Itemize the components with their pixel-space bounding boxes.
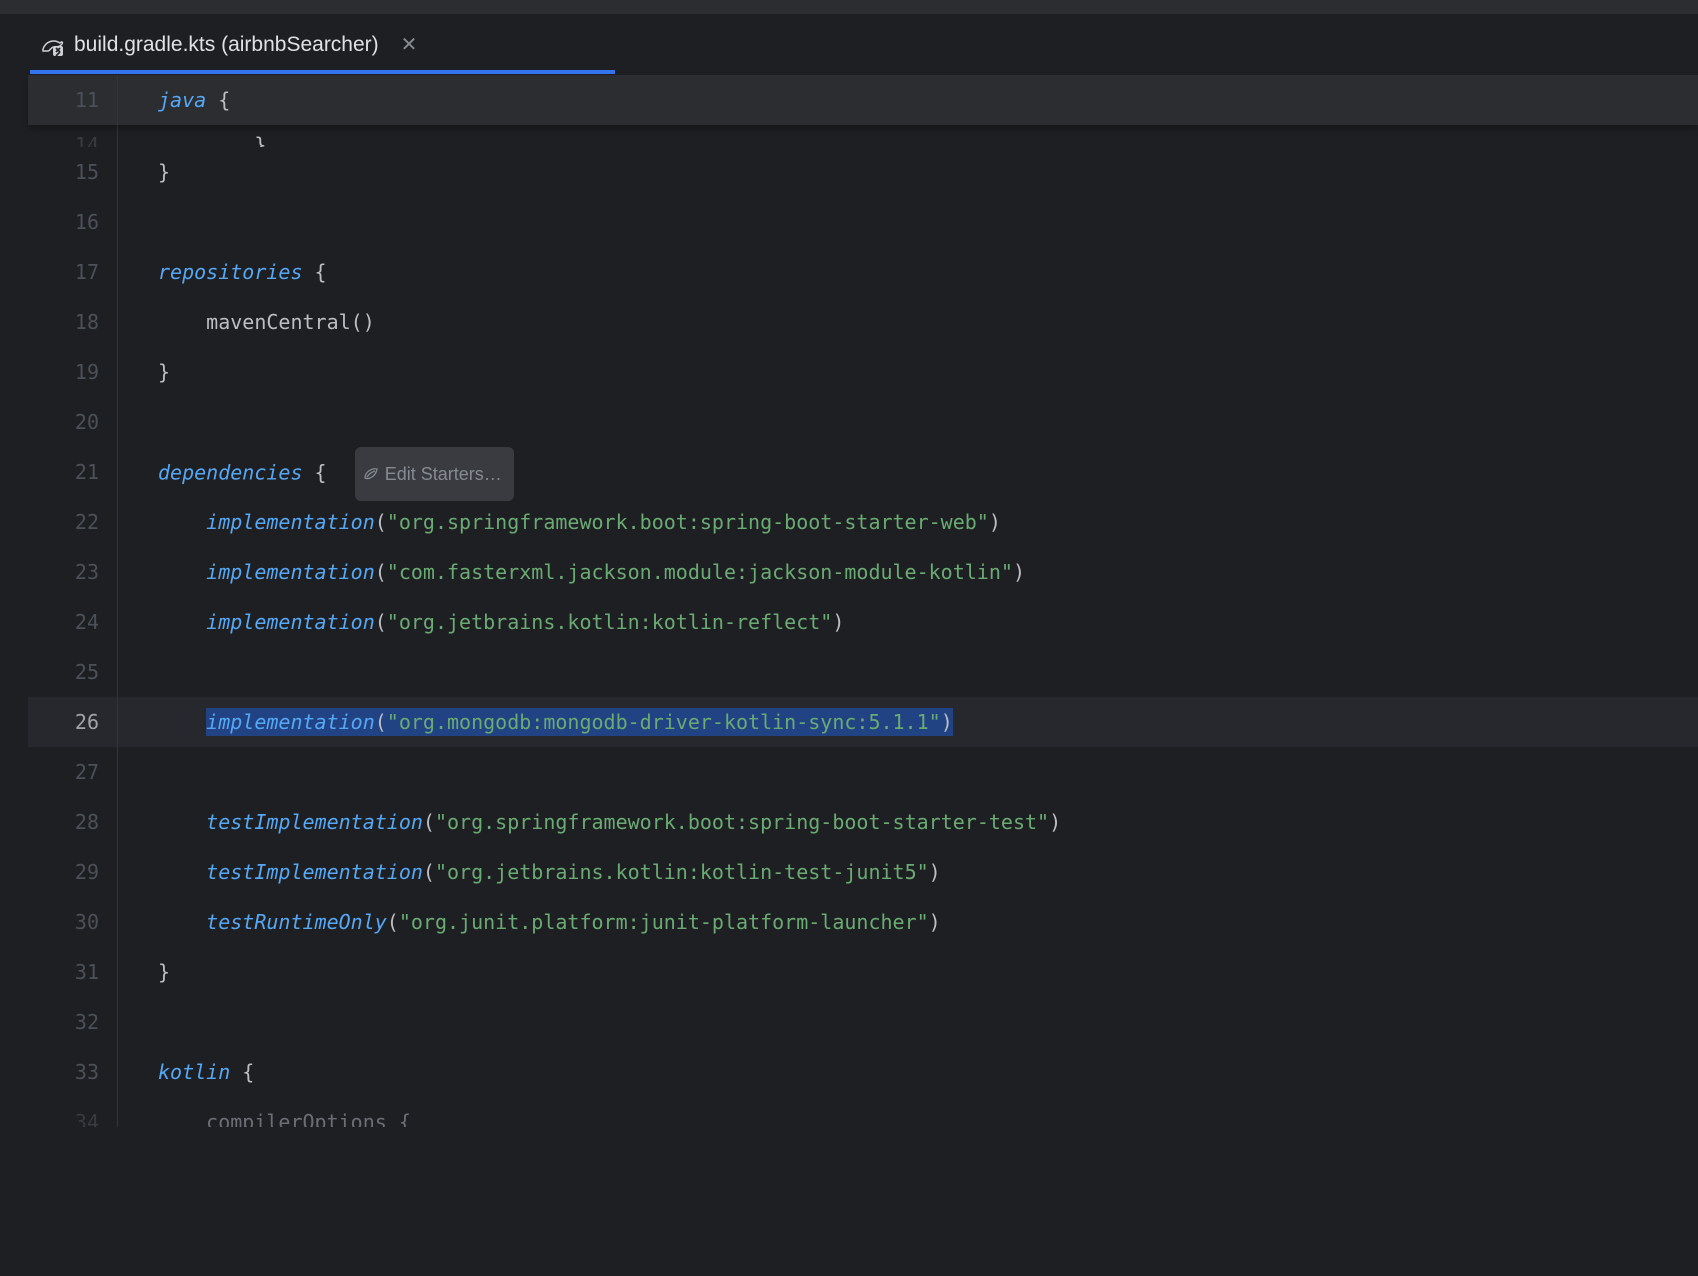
code-row[interactable]: 31 } (28, 947, 1698, 997)
line-number: 18 (28, 297, 118, 347)
line-number: 31 (28, 947, 118, 997)
line-number: 15 (28, 147, 118, 197)
code-row[interactable]: 30 testRuntimeOnly("org.junit.platform:j… (28, 897, 1698, 947)
code-row[interactable]: 17 repositories { (28, 247, 1698, 297)
code-line[interactable]: } (118, 147, 1698, 197)
code-line[interactable]: implementation("org.jetbrains.kotlin:kot… (118, 597, 1698, 647)
code-line[interactable]: implementation("org.springframework.boot… (118, 497, 1698, 547)
line-number: 11 (28, 75, 118, 125)
code-row[interactable]: 18 mavenCentral() (28, 297, 1698, 347)
code-row[interactable]: 25 (28, 647, 1698, 697)
code-line[interactable] (118, 647, 1698, 697)
code-line[interactable] (118, 747, 1698, 797)
close-tab-icon[interactable]: ✕ (401, 32, 418, 57)
code-row[interactable]: 22 implementation("org.springframework.b… (28, 497, 1698, 547)
code-line[interactable]: } (118, 947, 1698, 997)
gradle-kotlin-file-icon (40, 33, 64, 57)
code-line[interactable] (118, 997, 1698, 1047)
code-row[interactable]: 14 } (28, 125, 1698, 147)
active-tab-underline (30, 70, 615, 74)
code-row[interactable]: 29 testImplementation("org.jetbrains.kot… (28, 847, 1698, 897)
code-line[interactable]: testImplementation("org.springframework.… (118, 797, 1698, 847)
code-row[interactable]: 34 compilerOptions { (28, 1097, 1698, 1127)
line-number: 25 (28, 647, 118, 697)
line-number: 26 (28, 697, 118, 747)
line-number: 24 (28, 597, 118, 647)
code-line[interactable]: implementation("org.mongodb:mongodb-driv… (118, 697, 1698, 747)
line-number: 29 (28, 847, 118, 897)
code-line[interactable]: testRuntimeOnly("org.junit.platform:juni… (118, 897, 1698, 947)
line-number: 19 (28, 347, 118, 397)
code-row[interactable]: 15 } (28, 147, 1698, 197)
line-number: 17 (28, 247, 118, 297)
code-row[interactable]: 28 testImplementation("org.springframewo… (28, 797, 1698, 847)
code-row[interactable]: 33 kotlin { (28, 1047, 1698, 1097)
code-row[interactable]: 19 } (28, 347, 1698, 397)
code-line[interactable]: kotlin { (118, 1047, 1698, 1097)
line-number: 34 (28, 1097, 118, 1127)
code-editor[interactable]: 11 java { 14 } 15 } 16 17 repositories {… (0, 75, 1698, 1127)
code-line[interactable]: mavenCentral() (118, 297, 1698, 347)
code-line[interactable]: java { (118, 75, 1698, 125)
edit-starters-inlay[interactable]: Edit Starters… (355, 447, 514, 501)
left-gutter-stripe (0, 75, 28, 1127)
line-number: 28 (28, 797, 118, 847)
code-line[interactable]: } (118, 125, 1698, 147)
code-row[interactable]: 23 implementation("com.fasterxml.jackson… (28, 547, 1698, 597)
line-number: 30 (28, 897, 118, 947)
code-row[interactable]: 20 (28, 397, 1698, 447)
code-row[interactable]: 24 implementation("org.jetbrains.kotlin:… (28, 597, 1698, 647)
editor-tab-active[interactable]: build.gradle.kts (airbnbSearcher) ✕ (40, 15, 437, 74)
spring-leaf-icon (363, 466, 379, 482)
line-number: 22 (28, 497, 118, 547)
code-line[interactable] (118, 197, 1698, 247)
line-number: 32 (28, 997, 118, 1047)
line-number: 16 (28, 197, 118, 247)
code-row[interactable]: 27 (28, 747, 1698, 797)
line-number: 20 (28, 397, 118, 447)
code-line[interactable]: dependencies { Edit Starters… (118, 447, 1698, 497)
title-bar-spacer (0, 0, 1698, 15)
code-line[interactable]: implementation("com.fasterxml.jackson.mo… (118, 547, 1698, 597)
code-line[interactable] (118, 397, 1698, 447)
editor-tab-filename: build.gradle.kts (airbnbSearcher) (74, 33, 379, 57)
code-row-current[interactable]: 26 implementation("org.mongodb:mongodb-d… (28, 697, 1698, 747)
line-number: 14 (28, 125, 118, 147)
editor-tab-bar: build.gradle.kts (airbnbSearcher) ✕ (0, 15, 1698, 75)
line-number: 27 (28, 747, 118, 797)
code-line[interactable]: repositories { (118, 247, 1698, 297)
code-line[interactable]: } (118, 347, 1698, 397)
line-number: 21 (28, 447, 118, 497)
line-number: 23 (28, 547, 118, 597)
code-row[interactable]: 16 (28, 197, 1698, 247)
code-line[interactable]: compilerOptions { (118, 1097, 1698, 1127)
code-line[interactable]: testImplementation("org.jetbrains.kotlin… (118, 847, 1698, 897)
code-row[interactable]: 32 (28, 997, 1698, 1047)
code-row[interactable]: 21 dependencies { Edit Starters… (28, 447, 1698, 497)
sticky-scroll-header[interactable]: 11 java { (28, 75, 1698, 125)
line-number: 33 (28, 1047, 118, 1097)
